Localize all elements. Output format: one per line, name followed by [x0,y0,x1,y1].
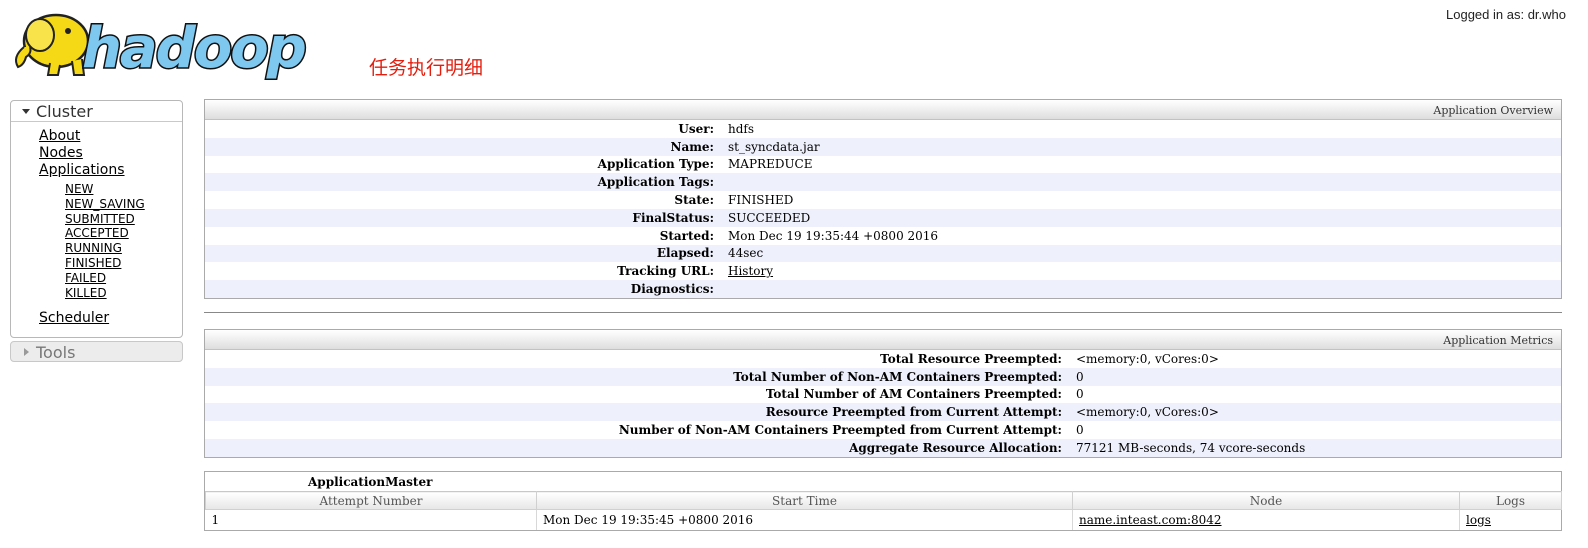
overview-row-name: Name: st_syncdata.jar [205,137,1561,156]
overview-row-tracking-url: Tracking URL: History [205,262,1561,280]
metrics-label: Resource Preempted from Current Attempt: [765,405,1062,420]
overview-row-type: Application Type: MAPREDUCE [205,156,1561,174]
overview-label: Elapsed: [656,246,714,261]
overview-label: Diagnostics: [630,282,714,297]
nav-nodes-link[interactable]: Nodes [39,145,83,161]
metrics-row: Resource Preempted from Current Attempt:… [205,403,1561,422]
overview-label: State: [674,193,714,208]
overview-label: Tracking URL: [617,264,714,279]
overview-label: User: [678,121,714,136]
overview-row-elapsed: Elapsed: 44sec [205,244,1561,263]
metrics-title: Application Metrics [205,330,1561,350]
metrics-value: 0 [1076,369,1084,384]
app-master-caption: ApplicationMaster [308,475,433,489]
nav-applications-link[interactable]: Applications [39,162,125,178]
overview-value [714,173,1561,191]
overview-value: st_syncdata.jar [728,139,820,154]
metrics-label: Total Resource Preempted: [880,351,1062,366]
application-metrics-panel: Application Metrics Total Resource Preem… [204,329,1562,458]
nav-state-submitted[interactable]: SUBMITTED [65,212,135,226]
metrics-label: Total Number of AM Containers Preempted: [765,387,1062,402]
metrics-value: 0 [1076,423,1084,438]
overview-row-tags: Application Tags: [205,173,1561,192]
elephant-icon [15,13,90,76]
application-master-panel: ApplicationMaster Attempt Number Start T… [204,471,1562,531]
metrics-label: Aggregate Resource Allocation: [849,440,1062,455]
metrics-row: Total Number of Non-AM Containers Preemp… [205,367,1561,386]
overview-row-started: Started: Mon Dec 19 19:35:44 +0800 2016 [205,227,1561,245]
hadoop-logo: hadoop [15,13,308,80]
nav-state-killed[interactable]: KILLED [65,286,107,300]
overview-value: MAPREDUCE [728,157,813,172]
overview-label: FinalStatus: [632,210,714,225]
metrics-label: Total Number of Non-AM Containers Preemp… [733,369,1062,384]
table-header-row: Attempt Number Start Time Node Logs [205,491,1562,510]
overview-title: Application Overview [205,100,1561,120]
logs-link[interactable]: logs [1466,513,1491,527]
application-overview-panel: Application Overview User: hdfs Name: st… [204,99,1562,299]
overview-value: Mon Dec 19 19:35:44 +0800 2016 [728,228,939,243]
tools-nav-header[interactable]: Tools [11,342,182,363]
start-time-cell: Mon Dec 19 19:35:45 +0800 2016 [536,509,1073,530]
expand-triangle-icon [24,348,29,356]
attempt-number-cell: 1 [211,512,220,527]
overview-value: FINISHED [728,193,794,208]
overview-label: Application Tags: [597,175,714,190]
login-status: Logged in as: dr.who [1446,7,1566,22]
section-divider [204,312,1562,313]
collapse-triangle-icon [22,109,30,114]
metrics-value: <memory:0, vCores:0> [1076,405,1219,420]
cluster-nav: Cluster About Nodes Applications NEW NEW… [10,100,183,338]
column-header-start-time[interactable]: Start Time [536,491,1073,510]
overview-label: Application Type: [597,157,714,172]
overview-label: Name: [670,139,714,154]
nav-state-finished[interactable]: FINISHED [65,256,121,270]
overview-row-user: User: hdfs [205,120,1561,138]
tracking-url-history-link[interactable]: History [728,264,773,278]
metrics-row: Aggregate Resource Allocation: 77121 MB-… [205,438,1561,457]
metrics-value: 0 [1076,387,1084,402]
overview-value: 44sec [728,246,764,261]
overview-row-finalstatus: FinalStatus: SUCCEEDED [205,208,1561,227]
table-row: 1 Mon Dec 19 19:35:45 +0800 2016 name.in… [206,509,1562,530]
nav-state-new[interactable]: NEW [65,182,93,196]
nav-about-link[interactable]: About [39,128,80,144]
tools-nav[interactable]: Tools [10,341,183,362]
tools-label: Tools [36,343,76,362]
metrics-value: <memory:0, vCores:0> [1076,351,1219,366]
cluster-label: Cluster [36,102,93,121]
nav-state-accepted[interactable]: ACCEPTED [65,226,129,240]
nav-state-running[interactable]: RUNNING [65,241,122,255]
nav-state-new-saving[interactable]: NEW_SAVING [65,197,145,211]
cluster-nav-header[interactable]: Cluster [11,101,182,122]
column-header-attempt-number[interactable]: Attempt Number [205,491,537,510]
metrics-row: Total Number of AM Containers Preempted:… [205,386,1561,404]
overview-value: SUCCEEDED [728,210,811,225]
nav-scheduler-link[interactable]: Scheduler [39,310,109,326]
column-header-node[interactable]: Node [1072,491,1460,510]
overview-value [714,280,1561,298]
metrics-label: Number of Non-AM Containers Preempted fr… [618,423,1062,438]
metrics-row: Total Resource Preempted: <memory:0, vCo… [205,350,1561,368]
metrics-row: Number of Non-AM Containers Preempted fr… [205,421,1561,439]
page-heading: 任务执行明细 [369,57,484,79]
metrics-value: 77121 MB-seconds, 74 vcore-seconds [1076,440,1306,455]
node-link[interactable]: name.inteast.com:8042 [1079,513,1222,527]
overview-row-state: State: FINISHED [205,191,1561,209]
overview-value: hdfs [728,121,755,136]
overview-label: Started: [659,228,714,243]
overview-row-diagnostics: Diagnostics: [205,280,1561,298]
nav-state-failed[interactable]: FAILED [65,271,106,285]
column-header-logs[interactable]: Logs [1459,491,1562,510]
attempts-table: Attempt Number Start Time Node Logs 1 Mo… [205,491,1562,530]
logo-text: hadoop [82,16,305,80]
